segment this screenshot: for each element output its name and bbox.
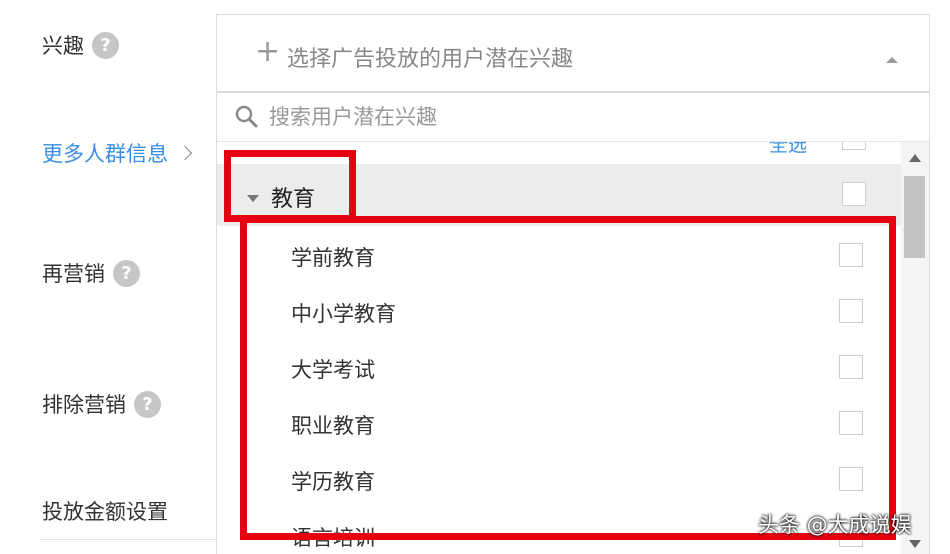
picker-placeholder: 选择广告投放的用户潜在兴趣 (287, 47, 574, 72)
watermark: 头条 @大成说娱 (758, 513, 912, 537)
remarketing-label: 再营销 ? (42, 258, 140, 288)
budget-setting-label-text: 投放金额设置 (42, 500, 168, 524)
search-bar (217, 93, 929, 142)
remarketing-label-text: 再营销 (42, 262, 105, 286)
select-all-link[interactable]: 全选 (769, 142, 807, 157)
more-audience-link[interactable]: 更多人群信息 (42, 138, 193, 168)
select-all-checkbox[interactable] (842, 142, 866, 150)
scroll-down-icon[interactable] (909, 540, 921, 548)
scrollbar-thumb[interactable] (904, 176, 925, 258)
chevron-right-icon (177, 145, 193, 161)
question-circle-icon[interactable]: ? (113, 259, 140, 287)
highlight-box-category (224, 150, 356, 222)
exclude-marketing-label-text: 排除营销 (42, 393, 126, 417)
search-input[interactable] (267, 101, 871, 133)
plus-icon: + (255, 34, 281, 69)
highlight-box-subcategories (240, 216, 896, 540)
interest-label: 兴趣 ? (42, 30, 119, 60)
question-circle-icon[interactable]: ? (134, 390, 161, 418)
group-checkbox[interactable] (842, 182, 866, 206)
caret-up-icon[interactable] (886, 57, 898, 63)
more-audience-text: 更多人群信息 (42, 142, 168, 166)
question-circle-icon[interactable]: ? (92, 31, 119, 59)
scrollbar[interactable] (901, 142, 929, 554)
exclude-marketing-label: 排除营销 ? (42, 389, 161, 419)
scroll-up-icon[interactable] (909, 154, 921, 162)
interest-picker[interactable]: + 选择广告投放的用户潜在兴趣 (216, 14, 930, 92)
interest-label-text: 兴趣 (42, 34, 84, 58)
magnifier-icon (235, 105, 258, 128)
budget-setting-label: 投放金额设置 (42, 496, 168, 526)
